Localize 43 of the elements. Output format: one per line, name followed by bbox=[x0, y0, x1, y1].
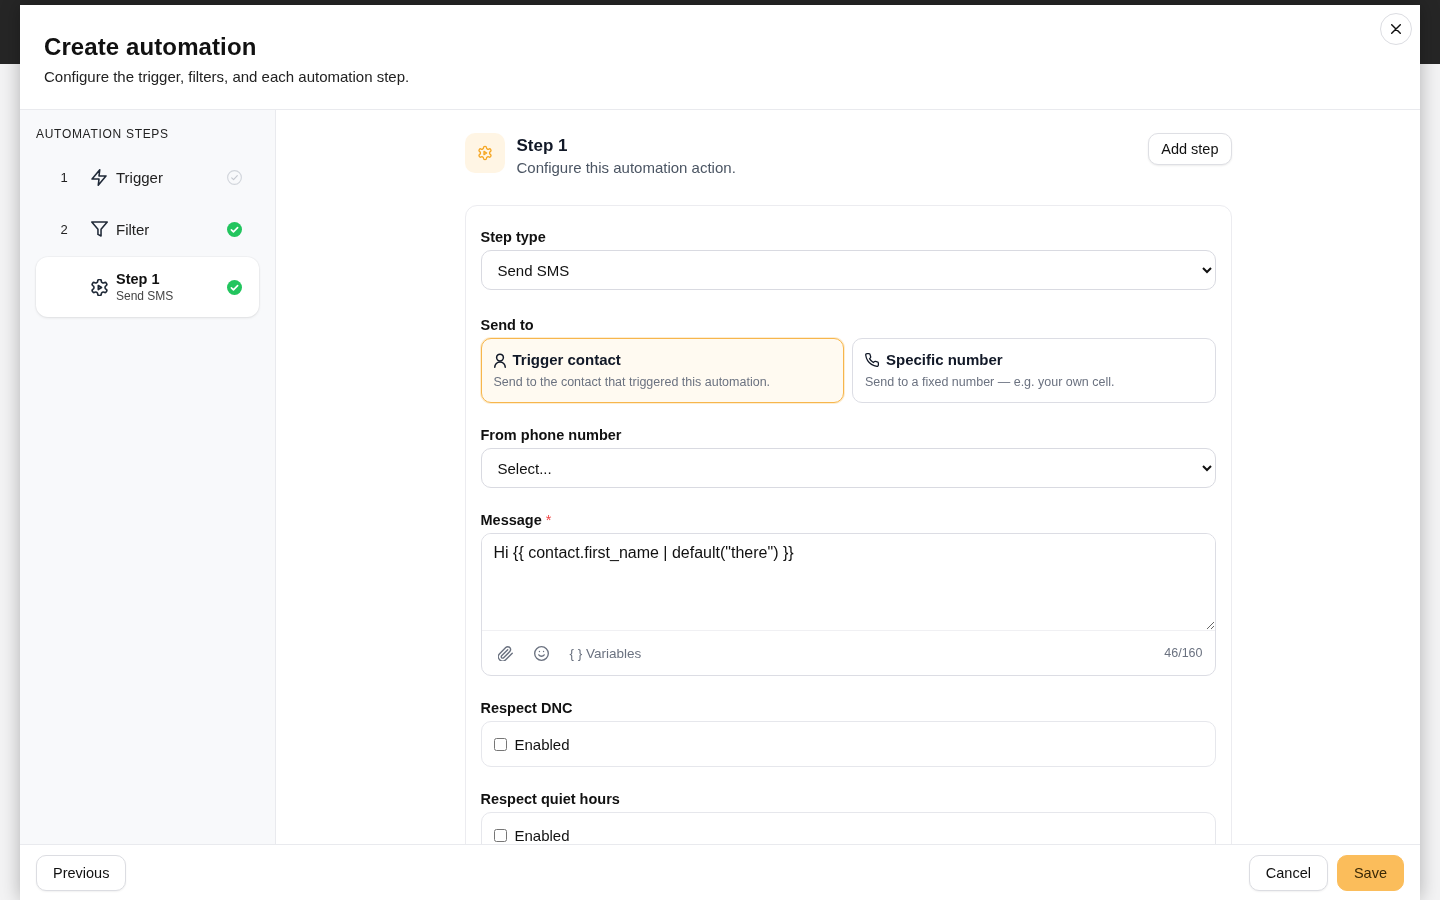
select-field[interactable]: Select... bbox=[480, 448, 1216, 488]
field-label: From phone number bbox=[480, 426, 622, 444]
emoji-button[interactable] bbox=[533, 645, 549, 661]
sidebar-heading: AUTOMATION STEPS bbox=[36, 126, 170, 142]
recipient-option[interactable]: Specific number Send to a fixed number — e.g. your own cell. bbox=[852, 338, 1216, 403]
checkbox[interactable] bbox=[493, 737, 507, 751]
step-item[interactable]: 1 Trigger bbox=[36, 155, 259, 199]
checkbox-label: Enabled bbox=[514, 735, 570, 753]
gear-icon bbox=[464, 133, 505, 173]
dialog-title: Create automation bbox=[44, 32, 258, 62]
smiley-icon bbox=[533, 645, 549, 661]
attach-button[interactable] bbox=[497, 645, 513, 661]
step-subtitle: Configure this automation action. bbox=[516, 158, 737, 178]
recipient-option[interactable]: Trigger contact Send to the contact that triggered this automation. bbox=[480, 338, 844, 403]
person-icon bbox=[493, 352, 506, 368]
gear-icon bbox=[90, 278, 108, 296]
phone-icon bbox=[865, 353, 879, 367]
lightning-icon bbox=[91, 168, 107, 186]
add-step-button[interactable]: Add step bbox=[1148, 133, 1232, 165]
close-icon bbox=[1391, 24, 1401, 34]
step-title: Step 1 bbox=[516, 135, 569, 157]
message-editor[interactable]: Hi {{ contact.first_name | default("there") }} { } Variables 46/160 bbox=[480, 533, 1216, 676]
message-field[interactable]: Hi {{ contact.first_name | default("there") }} bbox=[481, 534, 1215, 630]
step-item[interactable]: 2 Filter bbox=[36, 207, 259, 251]
checkbox-label: Enabled bbox=[514, 826, 570, 844]
dialog-subtitle: Configure the trigger, filters, and each automation step. bbox=[44, 67, 410, 87]
cancel-button[interactable]: Cancel bbox=[1248, 854, 1328, 891]
checkbox[interactable] bbox=[493, 828, 507, 842]
field-label: Respect DNC bbox=[480, 699, 573, 717]
variables-button[interactable]: { } Variables bbox=[569, 645, 642, 661]
field-label: Step type bbox=[480, 228, 546, 246]
character-count: 46/160 bbox=[1164, 646, 1203, 660]
step-item[interactable]: Step 1 Send SMS bbox=[36, 257, 259, 317]
required-mark: * bbox=[545, 511, 552, 529]
field-label: Respect quiet hours bbox=[480, 790, 620, 808]
field-label: Send to bbox=[480, 316, 534, 334]
funnel-icon bbox=[90, 221, 108, 237]
save-button[interactable]: Save bbox=[1336, 854, 1404, 891]
select-field[interactable]: Send SMS bbox=[480, 250, 1216, 290]
paperclip-icon bbox=[497, 645, 513, 661]
previous-button[interactable]: Previous bbox=[36, 854, 127, 891]
close-button[interactable] bbox=[1380, 13, 1412, 45]
field-label: Message bbox=[480, 511, 542, 529]
